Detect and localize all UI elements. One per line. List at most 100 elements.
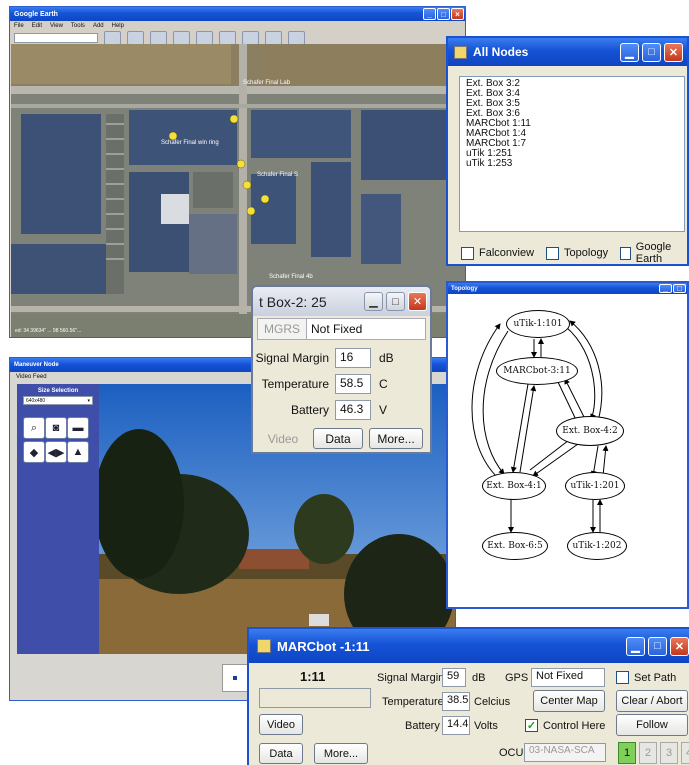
size-selection-label: Size Selection — [37, 388, 79, 394]
menu-tools[interactable]: Tools — [71, 23, 85, 29]
topology-title: Topology — [451, 285, 478, 292]
page-4-button[interactable]: 4 — [681, 742, 689, 764]
google-earth-titlebar: Google Earth _ □ × — [10, 7, 465, 21]
topology-node-utik-1-201[interactable]: uTik-1:201 — [565, 472, 625, 500]
extbox-readings: Signal Margin 16 dB Temperature 58.5 C B… — [253, 345, 430, 423]
placemark-label-4[interactable]: Schafer Final 4b — [269, 274, 313, 280]
more-button[interactable]: More... — [369, 428, 423, 449]
minimize-button[interactable]: ▁ — [364, 292, 383, 311]
all-nodes-window: All Nodes ▁ □ ✕ Ext. Box 3:2 Ext. Box 3:… — [446, 36, 689, 266]
close-button[interactable]: ✕ — [664, 42, 683, 62]
minimize-button[interactable]: _ — [423, 8, 436, 20]
placemark-label-3[interactable]: Schafer Final S — [257, 172, 298, 178]
chevron-down-icon: ▾ — [87, 397, 90, 404]
overlay-icon[interactable] — [219, 30, 236, 45]
signal-margin-label: Signal Margin — [255, 351, 329, 365]
list-item[interactable]: uTik 1:253 — [466, 159, 678, 169]
topology-node-extbox-4-2[interactable]: Ext. Box-4:2 — [556, 416, 624, 446]
minimize-button[interactable]: _ — [659, 284, 672, 293]
maximize-button[interactable]: □ — [437, 8, 450, 20]
google-earth-checkbox[interactable] — [620, 246, 631, 260]
follow-button[interactable]: Follow — [616, 714, 688, 736]
placemark-icon[interactable] — [150, 30, 167, 45]
ruler-icon[interactable] — [242, 30, 259, 45]
page-2-button[interactable]: 2 — [639, 742, 657, 764]
minimize-button[interactable]: ▁ — [626, 636, 645, 656]
set-path-label: Set Path — [634, 671, 677, 684]
clear-abort-button[interactable]: Clear / Abort — [616, 690, 688, 712]
status-indicator-icon — [233, 676, 237, 680]
menu-edit[interactable]: Edit — [32, 23, 42, 29]
topology-node-marcbot-3-11[interactable]: MARCbot-3:11 — [496, 357, 578, 385]
temperature-label: Temperature — [382, 696, 444, 708]
set-path-toggle[interactable]: Set Path — [616, 671, 676, 684]
control-here-checkbox[interactable]: ✓ — [525, 719, 538, 732]
temperature-value: 38.5 — [442, 692, 470, 711]
node-status-field — [259, 688, 371, 708]
size-selection-value: 640x480 — [26, 397, 46, 404]
node-id: 1:11 — [300, 669, 326, 684]
maximize-button[interactable]: □ — [648, 636, 667, 656]
topology-node-extbox-4-1[interactable]: Ext. Box-4:1 — [482, 472, 546, 500]
falconview-label: Falconview — [479, 247, 535, 259]
more-button[interactable]: More... — [314, 743, 368, 764]
polygon-icon[interactable] — [173, 30, 190, 45]
menu-file[interactable]: File — [14, 23, 24, 29]
placemark-label-1[interactable]: Schafer Final Lab — [243, 80, 290, 86]
topology-node-extbox-6-5[interactable]: Ext. Box-6:5 — [482, 532, 548, 560]
close-button[interactable]: ✕ — [670, 636, 689, 656]
battery-value: 46.3 — [335, 400, 371, 420]
status-strip — [222, 664, 248, 692]
camera-controls: ⌕ ◙ ▬ ◆ ◀▶ ▲ — [23, 417, 99, 463]
page-3-button[interactable]: 3 — [660, 742, 678, 764]
tilt-icon[interactable]: ◆ — [23, 441, 45, 463]
extbox-title: t Box-2: 25 — [259, 293, 327, 310]
topology-node-utik-1-101[interactable]: uTik-1:101 — [506, 310, 570, 338]
maximize-button[interactable]: □ — [642, 42, 661, 62]
map-status-text: ed: 34 39634" ... 98 560.56"... — [15, 328, 82, 334]
search-input[interactable] — [14, 32, 98, 43]
gps-status-field: Not Fixed — [531, 668, 605, 687]
ocu-field: 03-NASA-SCA — [524, 743, 606, 762]
menu-help[interactable]: Help — [112, 23, 124, 29]
search-icon[interactable] — [104, 30, 121, 45]
menu-view[interactable]: View — [50, 23, 63, 29]
path-icon[interactable] — [196, 30, 213, 45]
page-1-button[interactable]: 1 — [618, 742, 636, 764]
set-path-checkbox[interactable] — [616, 671, 629, 684]
minimize-button[interactable]: ▁ — [620, 42, 639, 62]
ocu-label: OCU — [499, 747, 524, 759]
zoom-icon[interactable]: ⌕ — [23, 417, 45, 439]
placemark-label-2[interactable]: Schafer Final win ring — [161, 140, 219, 146]
data-button[interactable]: Data — [259, 743, 303, 764]
up-arrow-icon[interactable]: ▲ — [67, 441, 89, 463]
battery-value: 14.4 — [442, 716, 470, 735]
center-map-button[interactable]: Center Map — [533, 690, 605, 712]
close-button[interactable]: × — [451, 8, 464, 20]
topology-checkbox[interactable] — [546, 246, 560, 260]
maximize-button[interactable]: □ — [386, 292, 405, 311]
signal-margin-unit: dB — [472, 672, 486, 684]
control-here-toggle[interactable]: ✓ Control Here — [525, 719, 605, 732]
pan-icon[interactable]: ◀▶ — [45, 441, 67, 463]
maximize-button[interactable]: □ — [673, 284, 686, 293]
topology-node-utik-1-202[interactable]: uTik-1:202 — [567, 532, 627, 560]
camera-icon[interactable]: ◙ — [45, 417, 67, 439]
close-button[interactable]: ✕ — [408, 292, 427, 311]
sidebar-icon[interactable] — [127, 30, 144, 45]
video-button[interactable]: Video — [259, 714, 303, 735]
data-button[interactable]: Data — [313, 428, 363, 449]
folder-icon[interactable]: ▬ — [67, 417, 89, 439]
marcbot-titlebar: MARCbot -1:11 ▁ □ ✕ — [249, 629, 689, 663]
video-button[interactable]: Video — [259, 428, 307, 449]
tab-mgrs[interactable]: MGRS — [257, 318, 307, 340]
size-selection-dropdown[interactable]: 640x480 ▾ — [23, 396, 93, 405]
node-list[interactable]: Ext. Box 3:2 Ext. Box 3:4 Ext. Box 3:5 E… — [459, 76, 685, 232]
all-nodes-title: All Nodes — [473, 45, 529, 59]
battery-label: Battery — [290, 403, 329, 417]
print-icon[interactable] — [288, 30, 305, 45]
menu-video-feed[interactable]: Video Feed — [16, 374, 47, 380]
menu-add[interactable]: Add — [93, 23, 104, 29]
falconview-checkbox[interactable] — [461, 246, 474, 260]
email-icon[interactable] — [265, 30, 282, 45]
